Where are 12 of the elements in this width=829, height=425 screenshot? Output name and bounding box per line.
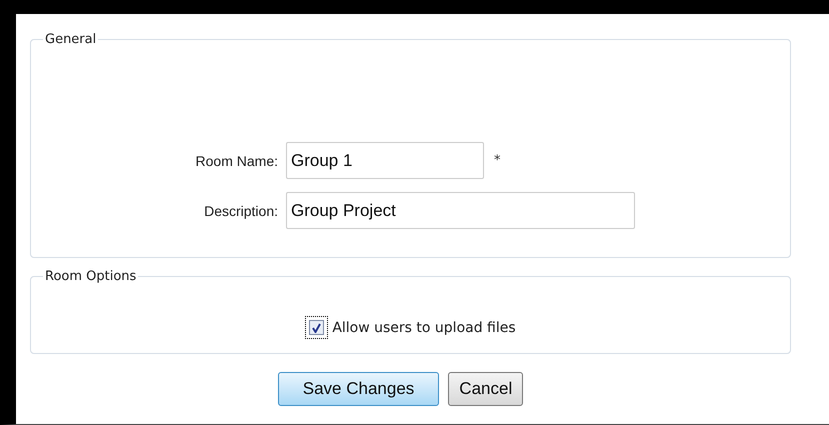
section-title: General [44,32,98,47]
cancel-button[interactable]: Cancel [448,372,524,406]
option-label: Allow users to upload files [332,320,516,336]
checkbox[interactable] [309,320,324,335]
required-mark: * [494,153,500,168]
save-button[interactable]: Save Changes [278,372,440,406]
field-label: Description: [203,202,279,218]
text-field[interactable]: Group Project [286,192,635,229]
checkmark-icon [312,322,322,332]
text-field[interactable]: Group 1 [286,142,484,179]
section-title: Room Options [44,269,138,284]
field-label: Room Name: [194,152,279,168]
